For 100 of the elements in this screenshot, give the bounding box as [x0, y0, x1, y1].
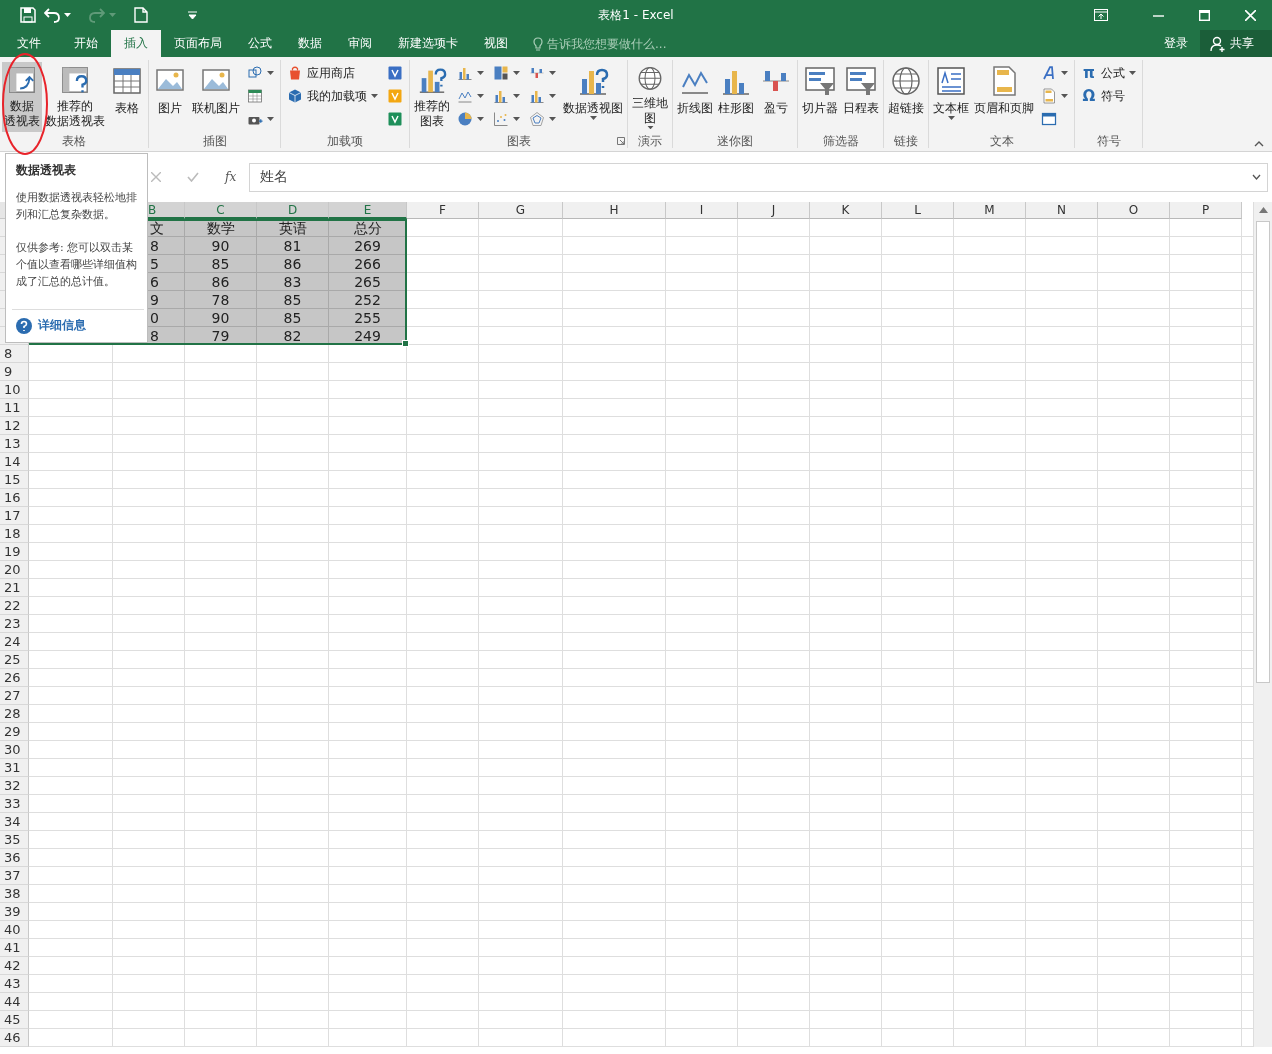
- column-header[interactable]: N: [1026, 202, 1098, 219]
- row-header[interactable]: 26: [0, 669, 29, 687]
- row-header[interactable]: 10: [0, 381, 29, 399]
- tell-me-search-field[interactable]: 告诉我您想要做什么...: [547, 36, 697, 51]
- sign-in-link[interactable]: 登录: [1164, 30, 1200, 57]
- row-header[interactable]: 24: [0, 633, 29, 651]
- undo-icon[interactable]: [44, 7, 60, 23]
- row-header[interactable]: 33: [0, 795, 29, 813]
- more-info-link[interactable]: 详细信息: [38, 317, 86, 334]
- row-header[interactable]: 38: [0, 885, 29, 903]
- row-header[interactable]: 31: [0, 759, 29, 777]
- ribbon-button[interactable]: 应用商店: [285, 62, 380, 84]
- ribbon-button[interactable]: 三维地 图: [630, 62, 670, 132]
- scroll-up-icon[interactable]: [1258, 207, 1268, 213]
- insert-function-button[interactable]: fx: [225, 170, 237, 184]
- ribbon-button[interactable]: 折线图: [675, 62, 715, 132]
- ribbon-button[interactable]: 数据透视图: [561, 62, 625, 132]
- ribbon-tab[interactable]: 页面布局: [161, 30, 235, 57]
- row-header[interactable]: 21: [0, 579, 29, 597]
- row-header[interactable]: 17: [0, 507, 29, 525]
- row-header[interactable]: 11: [0, 399, 29, 417]
- row-header[interactable]: 23: [0, 615, 29, 633]
- ribbon-tab[interactable]: 公式: [235, 30, 285, 57]
- collapse-ribbon-icon[interactable]: [1254, 141, 1264, 147]
- row-header[interactable]: 40: [0, 921, 29, 939]
- column-header[interactable]: I: [666, 202, 738, 219]
- ribbon-tab[interactable]: 文件: [0, 30, 61, 57]
- ribbon-button[interactable]: 推荐的 图表: [412, 62, 452, 132]
- ribbon-button[interactable]: 超链接: [886, 62, 926, 132]
- column-header[interactable]: D: [257, 202, 329, 219]
- close-icon[interactable]: [1245, 9, 1256, 21]
- column-header[interactable]: J: [738, 202, 810, 219]
- ribbon-button[interactable]: 日程表: [841, 62, 881, 132]
- row-header[interactable]: 28: [0, 705, 29, 723]
- row-header[interactable]: 15: [0, 471, 29, 489]
- ribbon-display-icon[interactable]: [1094, 9, 1108, 21]
- row-header[interactable]: 46: [0, 1029, 29, 1047]
- row-header[interactable]: 34: [0, 813, 29, 831]
- row-header[interactable]: 41: [0, 939, 29, 957]
- save-icon[interactable]: [20, 7, 36, 23]
- column-header[interactable]: G: [479, 202, 563, 219]
- caret-icon[interactable]: [64, 13, 71, 17]
- ribbon-button[interactable]: 柱形图: [716, 62, 756, 132]
- row-header[interactable]: 32: [0, 777, 29, 795]
- row-header[interactable]: 37: [0, 867, 29, 885]
- ribbon-button[interactable]: 盈亏: [757, 62, 795, 132]
- row-header[interactable]: 18: [0, 525, 29, 543]
- column-header[interactable]: H: [563, 202, 666, 219]
- row-header[interactable]: 8: [0, 345, 29, 363]
- row-header[interactable]: 36: [0, 849, 29, 867]
- row-header[interactable]: 22: [0, 597, 29, 615]
- ribbon-button[interactable]: π 公式: [1079, 62, 1138, 84]
- column-header[interactable]: C: [185, 202, 257, 219]
- column-header[interactable]: L: [882, 202, 954, 219]
- row-header[interactable]: 29: [0, 723, 29, 741]
- row-header[interactable]: 9: [0, 363, 29, 381]
- row-header[interactable]: 12: [0, 417, 29, 435]
- ribbon-button[interactable]: 表格: [108, 62, 146, 132]
- row-header[interactable]: 25: [0, 651, 29, 669]
- ribbon-tab[interactable]: 开始: [61, 30, 111, 57]
- row-header[interactable]: 35: [0, 831, 29, 849]
- ribbon-button[interactable]: 切片器: [800, 62, 840, 132]
- ribbon-tab[interactable]: 视图: [471, 30, 521, 57]
- ribbon-button[interactable]: 图片: [151, 62, 189, 132]
- column-header[interactable]: O: [1098, 202, 1170, 219]
- ribbon-button[interactable]: 联机图片: [190, 62, 242, 132]
- row-header[interactable]: 20: [0, 561, 29, 579]
- row-header[interactable]: 45: [0, 1011, 29, 1029]
- column-header[interactable]: P: [1170, 202, 1242, 219]
- maximize-icon[interactable]: [1199, 9, 1210, 21]
- ribbon-button[interactable]: 我的加载项: [285, 85, 380, 107]
- ribbon-tab[interactable]: 审阅: [335, 30, 385, 57]
- ribbon-tab[interactable]: 插入: [111, 30, 161, 57]
- scrollbar-thumb[interactable]: [1256, 221, 1270, 683]
- ribbon-tab[interactable]: 新建选项卡: [385, 30, 471, 57]
- ribbon-button[interactable]: 页眉和页脚: [972, 62, 1036, 132]
- dialog-launcher-icon[interactable]: [617, 137, 625, 145]
- row-header[interactable]: 13: [0, 435, 29, 453]
- column-header[interactable]: K: [810, 202, 882, 219]
- formula-input-field[interactable]: 姓名: [249, 162, 1268, 192]
- ribbon-tab[interactable]: 数据: [285, 30, 335, 57]
- new-document-icon[interactable]: [134, 7, 148, 23]
- ribbon-button[interactable]: 文本框: [931, 62, 971, 132]
- row-header[interactable]: 43: [0, 975, 29, 993]
- row-header[interactable]: 39: [0, 903, 29, 921]
- row-header[interactable]: 27: [0, 687, 29, 705]
- row-header[interactable]: 16: [0, 489, 29, 507]
- customize-caret-icon[interactable]: [188, 11, 197, 19]
- row-header[interactable]: 30: [0, 741, 29, 759]
- row-header[interactable]: 19: [0, 543, 29, 561]
- fill-handle[interactable]: [402, 340, 409, 347]
- row-header[interactable]: 14: [0, 453, 29, 471]
- column-header[interactable]: E: [329, 202, 407, 219]
- ribbon-button[interactable]: Ω 符号: [1079, 85, 1138, 107]
- share-button[interactable]: 共享: [1200, 30, 1272, 57]
- column-header[interactable]: M: [954, 202, 1026, 219]
- row-header[interactable]: 44: [0, 993, 29, 1011]
- caret-icon[interactable]: [1252, 174, 1261, 180]
- column-header[interactable]: F: [407, 202, 479, 219]
- row-header[interactable]: 42: [0, 957, 29, 975]
